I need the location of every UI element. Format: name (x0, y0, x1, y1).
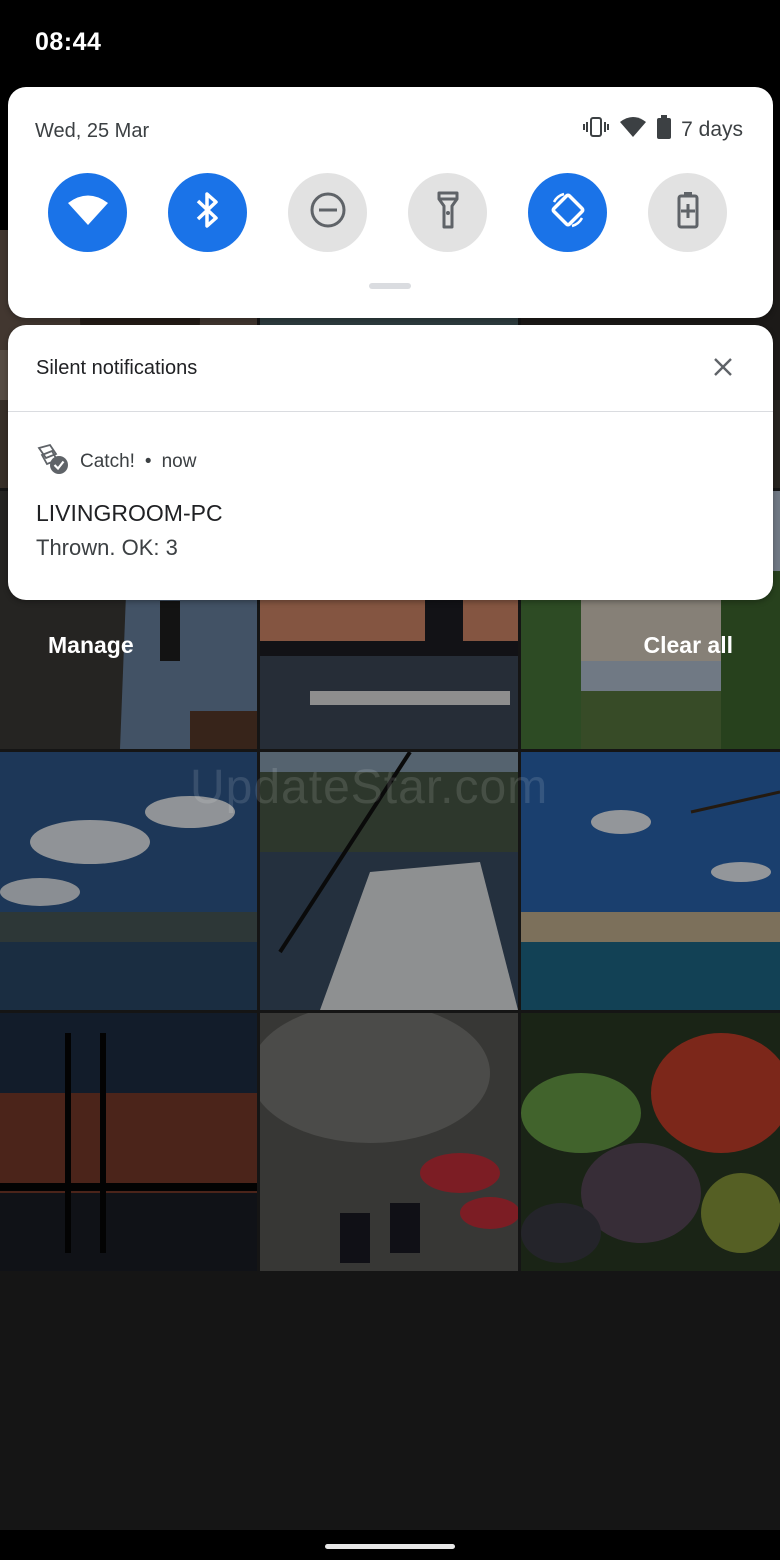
flashlight-tile[interactable] (408, 173, 487, 252)
status-time: 08:44 (35, 28, 102, 56)
notification-time: now (161, 450, 197, 472)
watermark: UpdateStar.com (190, 761, 549, 814)
qs-date[interactable]: Wed, 25 Mar (35, 120, 149, 143)
bluetooth-icon (195, 191, 221, 234)
notification-text: Thrown. OK: 3 (36, 535, 178, 560)
catch-app-icon (36, 442, 70, 481)
rotate-icon (548, 190, 588, 235)
qs-drag-handle[interactable] (369, 283, 411, 289)
flashlight-icon (437, 191, 459, 234)
dnd-icon (309, 191, 347, 234)
wifi-icon (67, 194, 109, 231)
notification-app-row: Catch! • now (36, 442, 196, 481)
qs-status-icons: 7 days (583, 115, 743, 144)
auto-rotate-tile[interactable] (528, 173, 607, 252)
battery-saver-tile[interactable] (648, 173, 727, 252)
notification-section-header: Silent notifications (8, 325, 773, 412)
notification-app-name: Catch! (80, 450, 135, 472)
vibrate-icon (583, 116, 610, 143)
quick-settings-panel: Wed, 25 Mar 7 days (8, 87, 773, 318)
battery-saver-icon (677, 191, 699, 234)
status-bar: 08:44 (0, 0, 780, 86)
clear-all-button[interactable]: Clear all (644, 632, 734, 659)
battery-text: 7 days (681, 117, 743, 141)
manage-button[interactable]: Manage (48, 632, 134, 659)
notification-separator: • (144, 450, 152, 472)
qs-tiles (48, 173, 727, 252)
section-title: Silent notifications (36, 357, 198, 379)
bluetooth-tile[interactable] (168, 173, 247, 252)
navigation-bar (0, 1530, 780, 1560)
notification-panel: Silent notifications Catch! • now LIVING… (8, 325, 773, 600)
wifi-tile[interactable] (48, 173, 127, 252)
wifi-signal-icon (619, 116, 647, 143)
battery-icon (657, 115, 672, 144)
home-gesture-handle[interactable] (325, 1544, 455, 1549)
dismiss-section-button[interactable] (709, 355, 737, 383)
notification-title: LIVINGROOM-PC (36, 500, 223, 526)
dnd-tile[interactable] (288, 173, 367, 252)
close-icon (713, 357, 733, 382)
